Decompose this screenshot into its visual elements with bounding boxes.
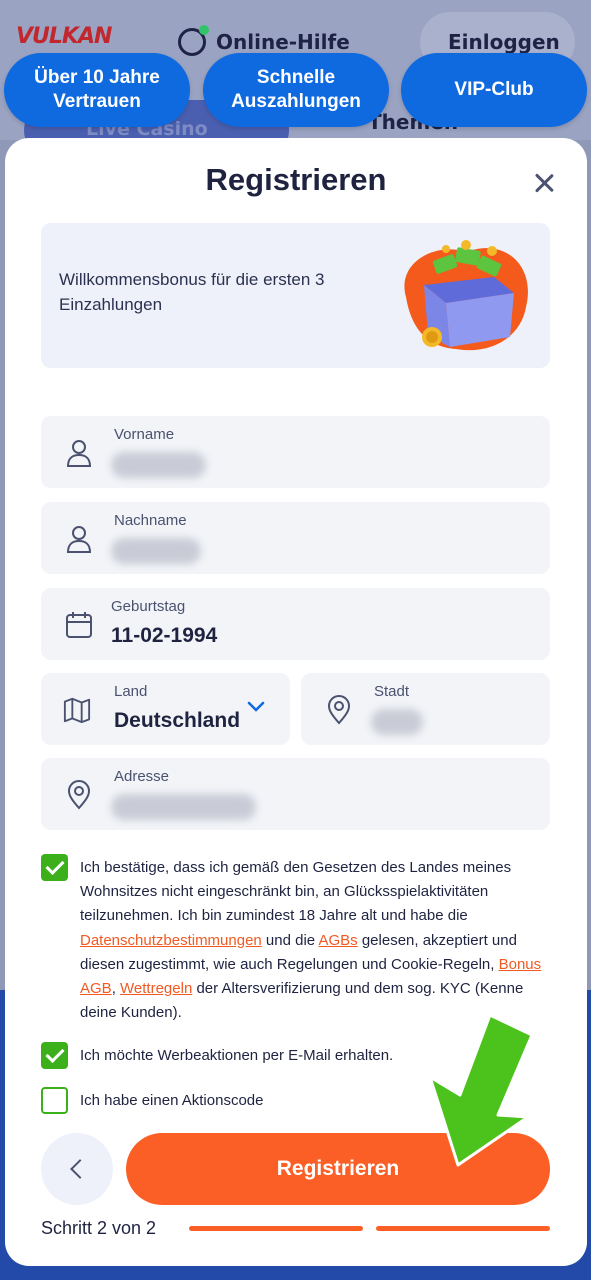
back-button[interactable] (41, 1133, 113, 1205)
online-help-label: Online-Hilfe (216, 30, 350, 54)
terms-checkbox[interactable] (41, 854, 68, 881)
feature-pills: Über 10 Jahre Vertrauen Schnelle Auszahl… (0, 53, 591, 127)
birthday-label: Geburtstag (111, 598, 186, 615)
country-select[interactable]: Land Deutschland (41, 673, 290, 745)
betting-rules-link[interactable]: Wettregeln (120, 980, 192, 997)
terms-text: Ich bestätige, dass ich gemäß den Gesetz… (80, 856, 550, 1025)
registration-modal: Registrieren Willkommensbonus für die er… (5, 138, 587, 1266)
address-field[interactable]: Adresse (41, 758, 550, 830)
step-indicator-label: Schritt 2 von 2 (41, 1218, 157, 1238)
agb-link[interactable]: AGBs (318, 932, 357, 949)
last-name-field[interactable]: Nachname (41, 502, 550, 574)
first-name-field[interactable]: Vorname (41, 416, 550, 488)
close-icon[interactable] (529, 168, 559, 198)
terms-consent-row: Ich bestätige, dass ich gemäß den Gesetz… (41, 854, 550, 1024)
birthday-value: 11-02-1994 (111, 624, 218, 647)
headset-icon (178, 25, 209, 56)
email-promo-checkbox[interactable] (41, 1042, 68, 1069)
progress-segment-2 (376, 1226, 550, 1231)
online-help-link[interactable]: Online-Hilfe (178, 25, 350, 56)
bonus-box-icon (404, 240, 528, 351)
email-promo-label: Ich möchte Werbeaktionen per E-Mail erha… (80, 1047, 394, 1064)
promo-code-row: Ich habe einen Aktionscode (41, 1087, 550, 1117)
city-field[interactable]: Stadt (301, 673, 550, 745)
last-name-label: Nachname (114, 512, 187, 529)
birthday-field[interactable]: Geburtstag 11-02-1994 (41, 588, 550, 660)
chevron-down-icon (247, 701, 265, 712)
user-icon (66, 526, 92, 553)
first-name-value-redacted (111, 452, 206, 478)
progress-segment-1 (189, 1226, 363, 1231)
email-promo-row: Ich möchte Werbeaktionen per E-Mail erha… (41, 1042, 550, 1072)
pill-fast-payouts: Schnelle Auszahlungen (203, 53, 389, 127)
location-pin-icon (67, 780, 91, 810)
first-name-label: Vorname (114, 426, 175, 443)
last-name-value-redacted (111, 538, 201, 564)
city-label: Stadt (374, 683, 410, 700)
map-icon (63, 697, 91, 724)
address-value-redacted (111, 794, 256, 820)
location-pin-icon (327, 695, 351, 725)
modal-title: Registrieren (205, 162, 387, 197)
country-label: Land (114, 683, 148, 700)
city-value-redacted (371, 709, 423, 735)
pill-vip-club: VIP-Club (401, 53, 587, 127)
terms-text-part: , (111, 980, 121, 998)
promo-code-checkbox[interactable] (41, 1087, 68, 1114)
site-logo: VULKAN (16, 24, 112, 49)
terms-text-part: Ich bestätige, dass ich gemäß den Gesetz… (80, 859, 512, 925)
register-submit-button[interactable]: Registrieren (126, 1133, 550, 1205)
bonus-text: Willkommensbonus für die ersten 3 Einzah… (59, 270, 325, 314)
country-value: Deutschland (114, 709, 241, 732)
user-icon (66, 440, 92, 467)
calendar-icon (66, 612, 92, 638)
welcome-bonus-banner: Willkommensbonus für die ersten 3 Einzah… (41, 223, 550, 368)
address-label: Adresse (114, 768, 170, 785)
promo-code-label: Ich habe einen Aktionscode (80, 1092, 264, 1109)
pill-trust: Über 10 Jahre Vertrauen (4, 53, 190, 127)
privacy-policy-link[interactable]: Datenschutzbestimmungen (80, 932, 262, 949)
terms-text-part: und die (261, 931, 319, 949)
